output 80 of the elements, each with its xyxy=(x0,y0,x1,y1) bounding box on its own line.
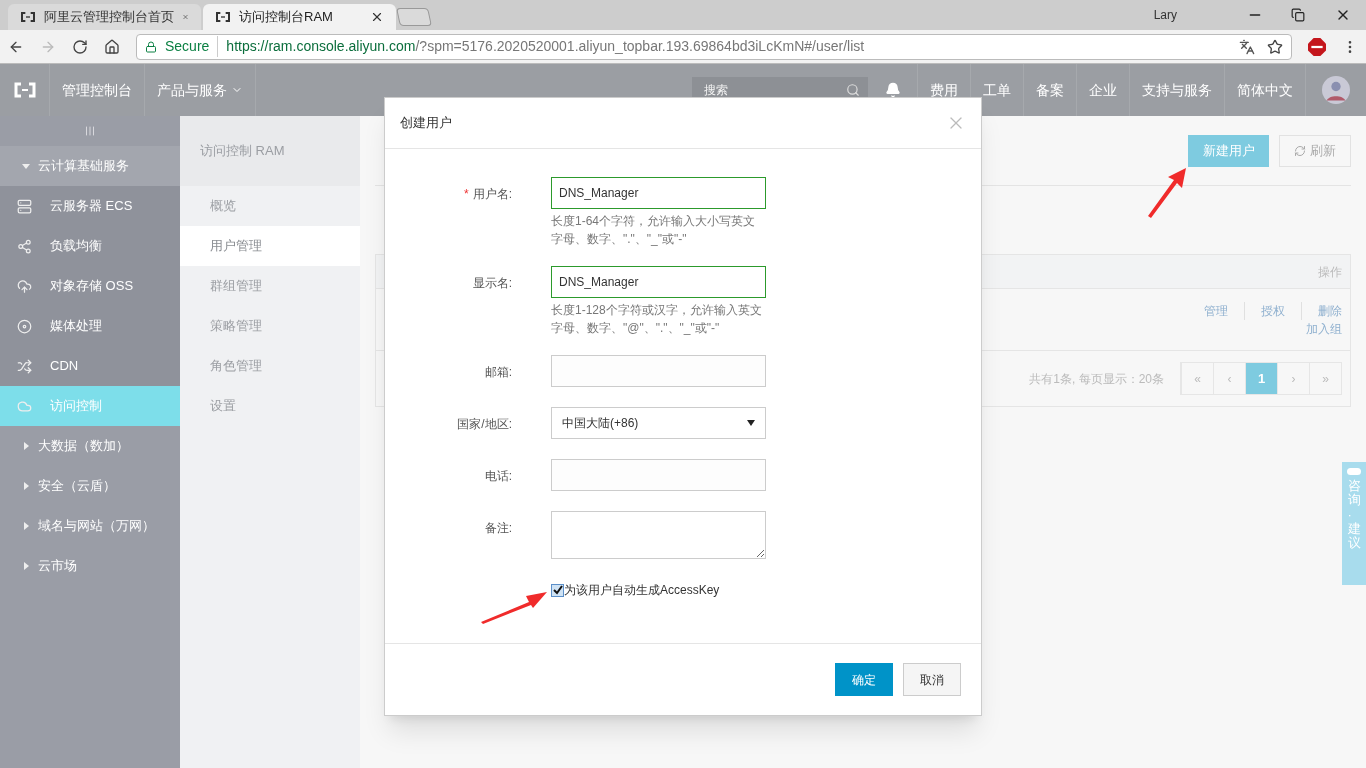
new-user-button[interactable]: 新建用户 xyxy=(1188,134,1269,167)
country-select[interactable]: 中国大陆(+86) xyxy=(551,407,766,439)
subnav-item[interactable]: 用户管理 xyxy=(180,226,360,266)
browser-tab[interactable]: 访问控制台RAM xyxy=(203,4,396,30)
page-button[interactable]: 1 xyxy=(1245,363,1277,394)
lock-icon xyxy=(145,40,157,53)
field-hint: 长度1-128个字符或汉字，允许输入英文字母、数字、"@"、"."、"_"或"-" xyxy=(551,302,763,337)
confirm-button[interactable]: 确定 xyxy=(835,663,893,696)
sidebar-group[interactable]: 域名与网站（万网） xyxy=(0,506,180,546)
dialog-title: 创建用户 xyxy=(400,114,452,133)
avatar[interactable] xyxy=(1322,76,1350,104)
field-hint: 长度1-64个字符，允许输入大小写英文字母、数字、"."、"_"或"-" xyxy=(551,213,757,248)
refresh-icon xyxy=(1294,144,1306,157)
note-field[interactable] xyxy=(551,511,766,559)
sidebar-item[interactable]: CDN xyxy=(0,346,180,386)
field-label: 显示名: xyxy=(472,276,512,290)
logo-icon xyxy=(20,11,36,23)
service-icon xyxy=(17,238,32,254)
sidebar-item[interactable]: 访问控制 xyxy=(0,386,180,426)
restore-icon[interactable] xyxy=(1291,8,1305,22)
checkbox[interactable] xyxy=(551,583,564,597)
translate-icon[interactable] xyxy=(1239,38,1255,55)
sidebar-item[interactable]: 对象存储 OSS xyxy=(0,266,180,306)
logo-icon xyxy=(215,11,231,23)
checkbox-label: 为该用户自动生成AccessKey xyxy=(564,582,720,599)
sidebar-group[interactable]: 大数据（数加） xyxy=(0,426,180,466)
arrow-annotation xyxy=(1146,166,1188,218)
page-button[interactable]: » xyxy=(1309,363,1341,394)
home-icon[interactable] xyxy=(104,38,120,55)
pagination-summary: 共有1条, 每页显示：20条 xyxy=(1029,370,1164,388)
subnav-title: 访问控制 RAM xyxy=(200,142,285,161)
input-field[interactable]: DNS_Manager xyxy=(551,266,766,298)
sidebar-item[interactable]: 负载均衡 xyxy=(0,226,180,266)
sidebar-item[interactable]: 云服务器 ECS xyxy=(0,186,180,226)
caret-icon xyxy=(22,522,30,530)
cancel-button[interactable]: 取消 xyxy=(903,663,961,696)
caret-icon xyxy=(22,162,30,170)
logo-icon xyxy=(12,82,37,98)
page-button[interactable]: › xyxy=(1277,363,1309,394)
field-label: * 用户名: xyxy=(464,187,512,201)
close-icon[interactable] xyxy=(370,10,384,24)
caret-icon xyxy=(22,442,30,450)
refresh-button[interactable]: 刷新 xyxy=(1279,134,1351,167)
dropdown-arrow-icon xyxy=(747,419,755,427)
page-button[interactable]: « xyxy=(1181,363,1213,394)
field-label: 邮箱: xyxy=(484,365,512,379)
row-action-link[interactable]: 加入组 xyxy=(1306,319,1342,338)
sidebar-group[interactable]: 云市场 xyxy=(0,546,180,586)
profile-name[interactable]: Lary xyxy=(1153,6,1177,24)
browser-tab[interactable]: 阿里云管理控制台首页 xyxy=(8,4,201,30)
input-field[interactable] xyxy=(551,355,766,387)
row-action-link[interactable]: 删除 xyxy=(1318,301,1342,320)
reload-icon[interactable] xyxy=(72,38,88,55)
feedback-tab[interactable]: 咨询·建议 xyxy=(1342,462,1366,585)
row-action-link[interactable]: 管理 xyxy=(1204,301,1228,320)
url-text: https://ram.console.aliyun.com/?spm=5176.2020520001.aliyun_topbar.193.69864bd3iLcKmN#/user/list xyxy=(226,37,865,56)
collapse-handle-icon[interactable] xyxy=(84,125,96,137)
sidebar-item[interactable]: 媒体处理 xyxy=(0,306,180,346)
service-icon xyxy=(17,398,32,414)
input-field[interactable] xyxy=(551,459,766,491)
input-field[interactable]: DNS_Manager xyxy=(551,177,766,209)
notification-bell-icon[interactable] xyxy=(884,82,901,98)
secure-label: Secure xyxy=(165,36,219,57)
field-label: 电话: xyxy=(484,469,512,483)
sidebar-group[interactable]: 安全（云盾） xyxy=(0,466,180,506)
caret-icon xyxy=(22,482,30,490)
caret-icon xyxy=(22,562,30,570)
field-label: 备注: xyxy=(484,521,512,535)
tab-title: 阿里云管理控制台首页 xyxy=(44,8,174,27)
address-bar[interactable]: Secure https://ram.console.aliyun.com/?spm=5176.2020520001.aliyun_topbar.193.69864bd3iLcKmN#/user/list xyxy=(136,33,1292,60)
bookmark-star-icon[interactable] xyxy=(1267,38,1283,55)
tab-title: 访问控制台RAM xyxy=(239,8,334,27)
service-icon xyxy=(17,278,32,294)
adblock-icon[interactable] xyxy=(1308,37,1326,56)
service-icon xyxy=(17,318,32,334)
row-action-link[interactable]: 授权 xyxy=(1261,301,1285,320)
field-label: 国家/地区: xyxy=(457,417,512,431)
service-icon xyxy=(17,358,32,374)
service-icon xyxy=(17,198,32,214)
sidebar-group[interactable]: 云计算基础服务 xyxy=(0,146,180,186)
